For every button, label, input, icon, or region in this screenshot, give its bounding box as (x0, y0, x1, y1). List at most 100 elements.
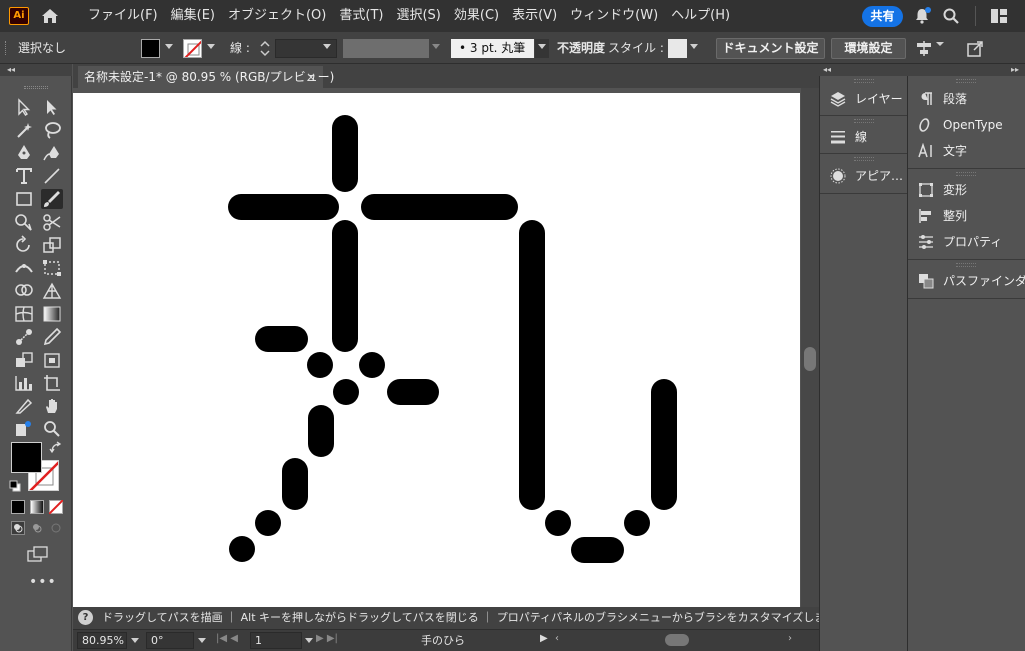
live-paint-bucket-tool-icon[interactable] (13, 350, 35, 370)
screen-mode-icon[interactable] (27, 546, 49, 564)
home-icon[interactable] (40, 6, 60, 26)
help-icon[interactable]: ? (78, 610, 93, 625)
menu-help[interactable]: ヘルプ(H) (671, 0, 730, 32)
draw-behind-icon[interactable] (30, 521, 44, 535)
paintbrush-tool-icon[interactable] (41, 189, 63, 209)
zoom-field[interactable]: 80.95% (77, 632, 127, 649)
zoom-tool-icon[interactable] (41, 419, 63, 439)
variable-width-caret[interactable] (432, 44, 440, 49)
menu-edit[interactable]: 編集(E) (171, 0, 215, 32)
opacity-link[interactable]: 不透明度 (557, 32, 605, 64)
scroll-left-icon[interactable]: ‹ (555, 633, 559, 644)
menu-type[interactable]: 書式(T) (339, 0, 383, 32)
horizontal-scroll-thumb[interactable] (665, 634, 689, 646)
style-dropdown-caret[interactable] (690, 44, 698, 49)
vertical-scroll-thumb[interactable] (804, 347, 816, 371)
direct-selection-tool-icon[interactable] (41, 97, 63, 117)
search-icon[interactable] (942, 7, 960, 25)
magic-wand-tool-icon[interactable] (13, 120, 35, 140)
menu-select[interactable]: 選択(S) (396, 0, 440, 32)
brush-definition[interactable]: • 3 pt. 丸筆 (451, 39, 534, 58)
blend-tool-icon[interactable] (13, 327, 35, 347)
artboard[interactable] (73, 93, 800, 607)
align-panel-button[interactable]: 整列 (908, 203, 1025, 229)
rotation-field[interactable]: 0° (146, 632, 194, 649)
panel-group-grip[interactable] (956, 172, 976, 176)
artboard-next-last-icon[interactable]: ▶ ▶| (316, 633, 338, 644)
menu-effect[interactable]: 効果(C) (454, 0, 499, 32)
align-dropdown-caret[interactable] (936, 42, 944, 46)
stroke-swatch[interactable] (183, 39, 202, 58)
brush-dropdown-caret[interactable] (538, 44, 546, 49)
collapse-panel-icon[interactable]: ◂◂ (7, 65, 15, 74)
panel-group-grip[interactable] (956, 79, 976, 83)
workspace-switcher-icon[interactable] (991, 9, 1007, 23)
artboard-first-prev-icon[interactable]: |◀ ◀ (216, 633, 238, 644)
panel-group-grip[interactable] (854, 119, 874, 123)
graphic-style-swatch[interactable] (668, 39, 687, 58)
share-button[interactable]: 共有 (862, 6, 903, 27)
shape-builder-tool-icon[interactable] (13, 281, 35, 301)
paragraph-panel-button[interactable]: 段落 (908, 86, 1025, 112)
properties-panel-button[interactable]: プロパティ (908, 229, 1025, 255)
variable-width-profile[interactable] (343, 39, 429, 58)
lasso-tool-icon[interactable] (41, 120, 63, 140)
menu-view[interactable]: 表示(V) (512, 0, 557, 32)
slice-tool-icon[interactable] (13, 396, 35, 416)
eyedropper-tool-icon[interactable] (41, 327, 63, 347)
gradient-tool-icon[interactable] (41, 304, 63, 324)
panel-group-grip[interactable] (956, 263, 976, 267)
transform-panel-button[interactable]: 変形 (908, 177, 1025, 203)
mesh-tool-icon[interactable] (13, 304, 35, 324)
vertical-scrollbar[interactable] (801, 88, 819, 607)
swap-colors-icon[interactable] (49, 441, 63, 455)
canvas-area[interactable] (73, 88, 801, 607)
live-paint-selection-tool-icon[interactable] (41, 350, 63, 370)
layers-panel-button[interactable]: レイヤー (820, 86, 907, 112)
perspective-grid-tool-icon[interactable] (41, 281, 63, 301)
preferences-button[interactable]: 環境設定 (831, 38, 906, 59)
selection-tool-icon[interactable] (13, 97, 35, 117)
curvature-tool-icon[interactable] (41, 143, 63, 163)
artwork-strokes[interactable] (73, 93, 800, 607)
export-icon[interactable] (966, 40, 984, 57)
stroke-weight-stepper[interactable] (258, 39, 272, 58)
column-graph-tool-icon[interactable] (13, 373, 35, 393)
artboard-number-field[interactable]: 1 (250, 632, 302, 649)
more-tools-icon[interactable]: ••• (29, 574, 57, 590)
control-bar-grip[interactable] (5, 41, 8, 55)
default-colors-icon[interactable] (9, 480, 21, 492)
panel-group-grip[interactable] (854, 79, 874, 83)
free-transform-tool-icon[interactable] (41, 258, 63, 278)
close-tab-icon[interactable]: × (306, 66, 316, 88)
shaper-tool-icon[interactable] (13, 212, 35, 232)
menu-window[interactable]: ウィンドウ(W) (570, 0, 658, 32)
stroke-dropdown-caret[interactable] (207, 44, 215, 49)
stroke-weight-dropdown-caret[interactable] (323, 44, 331, 49)
expand-left-icon[interactable]: ◂◂ (823, 65, 831, 74)
width-tool-icon[interactable] (13, 258, 35, 278)
panel-group-grip[interactable] (854, 157, 874, 161)
toolbar-edit-icon[interactable] (13, 419, 35, 439)
stroke-panel-button[interactable]: 線 (820, 124, 907, 150)
rotate-tool-icon[interactable] (13, 235, 35, 255)
menu-file[interactable]: ファイル(F) (88, 0, 158, 32)
none-mode-icon[interactable] (49, 500, 63, 514)
fill-dropdown-caret[interactable] (165, 44, 173, 49)
scale-tool-icon[interactable] (41, 235, 63, 255)
draw-inside-icon[interactable] (49, 521, 63, 535)
color-mode-button[interactable] (11, 500, 25, 514)
pen-tool-icon[interactable] (13, 143, 35, 163)
line-segment-tool-icon[interactable] (41, 166, 63, 186)
expand-right-icon[interactable]: ▸▸ (1011, 65, 1019, 74)
document-setup-button[interactable]: ドキュメント設定 (716, 38, 825, 59)
draw-normal-icon[interactable] (11, 521, 25, 535)
document-tab[interactable]: 名称未設定-1* @ 80.95 % (RGB/プレビュー) × (78, 66, 334, 88)
menu-object[interactable]: オブジェクト(O) (228, 0, 326, 32)
align-icon[interactable] (915, 40, 933, 57)
character-panel-button[interactable]: 文字 (908, 138, 1025, 164)
scroll-right-icon[interactable]: › (788, 633, 792, 644)
artboard-tool-icon[interactable] (41, 373, 63, 393)
opentype-panel-button[interactable]: OpenType (908, 112, 1025, 138)
status-menu-arrow-icon[interactable]: ▶ (540, 633, 548, 644)
